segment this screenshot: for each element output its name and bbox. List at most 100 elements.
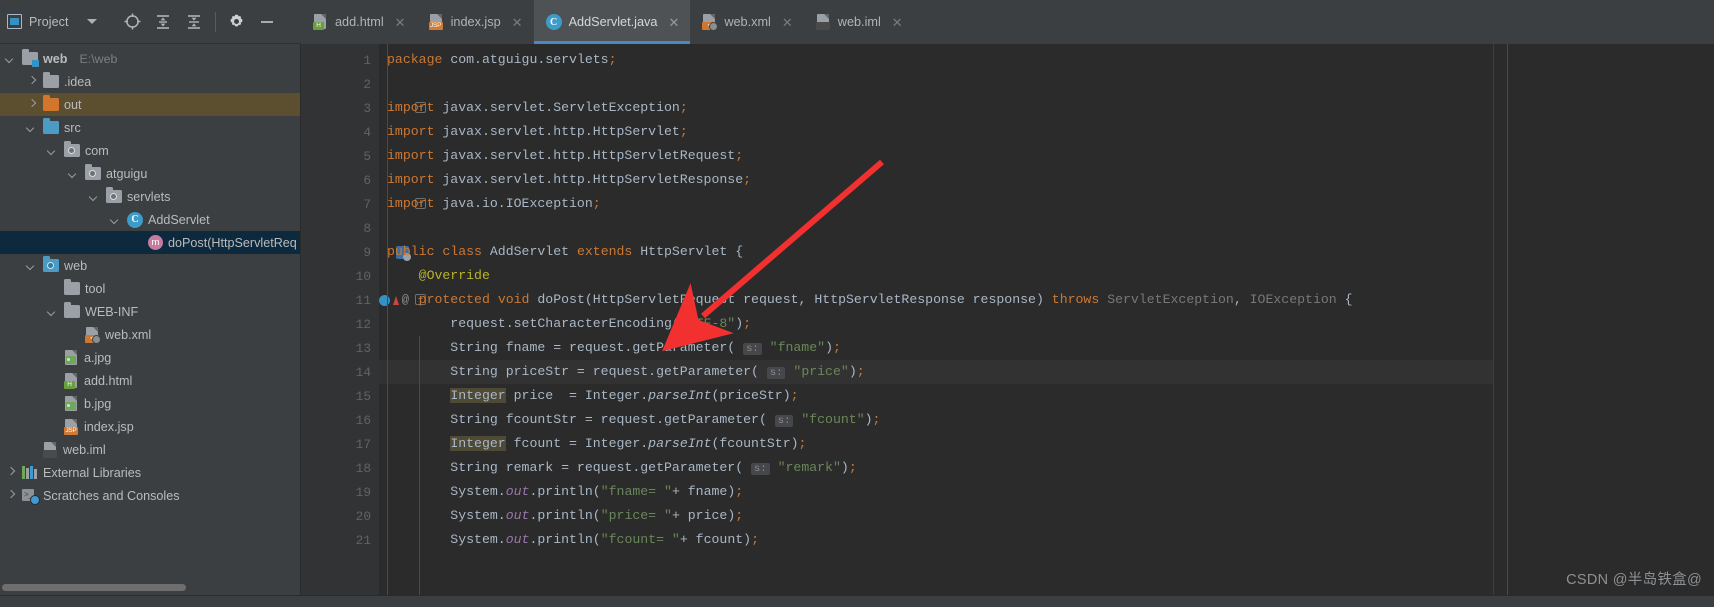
editor-tab-web-iml[interactable]: web.iml ✕: [804, 0, 914, 44]
gutter-line-number: 3–: [301, 96, 426, 120]
project-tool-window-header: Project: [0, 0, 301, 44]
gutter-line-number: 15: [355, 388, 371, 404]
project-tree-horizontal-scrollbar[interactable]: [2, 584, 186, 591]
chevron-right-icon[interactable]: [5, 490, 17, 502]
tree-item-label: b.jpg: [84, 396, 112, 411]
code-line[interactable]: Integer fcount = Integer.parseInt(fcount…: [379, 432, 1493, 456]
close-icon[interactable]: ✕: [892, 16, 903, 29]
tree-item-external-libraries[interactable]: External Libraries: [0, 461, 300, 484]
code-line[interactable]: @Override: [379, 264, 1493, 288]
minimize-icon[interactable]: [252, 7, 283, 37]
editor-tab-addservlet-java[interactable]: C AddServlet.java ✕: [533, 0, 691, 44]
code-line[interactable]: [379, 72, 1493, 96]
tree-item-label: .idea: [64, 74, 92, 89]
editor-tab-index-jsp[interactable]: JSP index.jsp ✕: [417, 0, 534, 44]
gutter-line-number: 5: [363, 148, 371, 164]
code-line[interactable]: System.out.println("fcount= "+ fcount);: [379, 528, 1493, 552]
code-line[interactable]: import javax.servlet.ServletException;: [379, 96, 1493, 120]
code-editor: 1 2 3–4 5 6 7–8 9 10 11 @ –12 13 14 15 16 17 18 19 20 21 pa…: [301, 44, 1714, 595]
editor-tab-add-html[interactable]: Hadd.html ✕: [301, 0, 417, 44]
chevron-down-icon[interactable]: [89, 191, 101, 203]
code-line[interactable]: String fcountStr = request.getParameter(…: [379, 408, 1493, 432]
project-tool-window-title[interactable]: Project: [7, 14, 97, 29]
code-line[interactable]: import javax.servlet.http.HttpServlet;: [379, 120, 1493, 144]
tree-item-atguigu[interactable]: atguigu: [0, 162, 300, 185]
gear-icon[interactable]: [221, 7, 252, 37]
tree-item-b-jpg[interactable]: b.jpg: [0, 392, 300, 415]
collapse-all-icon[interactable]: [179, 7, 210, 37]
code-line[interactable]: import java.io.IOException;: [379, 192, 1493, 216]
chevron-down-icon[interactable]: [5, 53, 17, 65]
code-line[interactable]: String priceStr = request.getParameter( …: [379, 360, 1493, 384]
editor-tab-label: web.xml: [724, 15, 771, 29]
close-icon[interactable]: ✕: [512, 16, 523, 29]
chevron-right-icon[interactable]: [26, 99, 38, 111]
code-line[interactable]: Integer price = Integer.parseInt(priceSt…: [379, 384, 1493, 408]
folder-icon: [64, 279, 80, 295]
tree-item-servlets[interactable]: servlets: [0, 185, 300, 208]
gutter-line-number: 13: [355, 340, 371, 356]
tree-item-web-inf[interactable]: WEB-INF: [0, 300, 300, 323]
code-line[interactable]: System.out.println("fname= "+ fname);: [379, 480, 1493, 504]
code-line[interactable]: System.out.println("price= "+ price);: [379, 504, 1493, 528]
tree-item-out[interactable]: out: [0, 93, 300, 116]
tree-item-scratches-and-consoles[interactable]: >_ Scratches and Consoles: [0, 484, 300, 507]
chevron-down-icon[interactable]: [68, 168, 80, 180]
close-icon[interactable]: ✕: [395, 16, 406, 29]
code-line[interactable]: package com.atguigu.servlets;: [379, 48, 1493, 72]
code-line[interactable]: import javax.servlet.http.HttpServletReq…: [379, 144, 1493, 168]
tree-item-label: Scratches and Consoles: [43, 488, 180, 503]
tree-item-addservlet[interactable]: C AddServlet: [0, 208, 300, 231]
editor-tab-label: web.iml: [837, 15, 881, 29]
close-icon[interactable]: ✕: [782, 16, 793, 29]
chevron-down-icon[interactable]: [47, 306, 59, 318]
tree-item-index-jsp[interactable]: JSP index.jsp: [0, 415, 300, 438]
tree-item-label: web: [64, 258, 88, 273]
tree-item-dopost-httpservletrequ[interactable]: m doPost(HttpServletRequ: [0, 231, 300, 254]
tree-item--idea[interactable]: .idea: [0, 70, 300, 93]
project-tree: web E:\web .idea out src com atguigu servlets C A…: [0, 44, 300, 507]
editor-gutter[interactable]: 1 2 3–4 5 6 7–8 9 10 11 @ –12 13 14 15 16 17 18 19 20 21: [301, 44, 426, 595]
tree-item-a-jpg[interactable]: a.jpg: [0, 346, 300, 369]
code-line[interactable]: String remark = request.getParameter( s:…: [379, 456, 1493, 480]
tree-item-web-iml[interactable]: web.iml: [0, 438, 300, 461]
chevron-down-icon[interactable]: [26, 260, 38, 272]
tree-item-web[interactable]: web E:\web: [0, 47, 300, 70]
expand-all-icon[interactable]: [148, 7, 179, 37]
chevron-down-icon[interactable]: [110, 214, 122, 226]
tree-item-label: servlets: [127, 189, 171, 204]
top-bar: Project H add.html ✕ JSP index.jsp ✕ C A…: [0, 0, 1714, 44]
editor-tab-web-xml[interactable]: < web.xml ✕: [690, 0, 803, 44]
tree-item-src[interactable]: src: [0, 116, 300, 139]
crosshair-locate-icon[interactable]: [117, 7, 148, 37]
iml-file-icon: [815, 14, 831, 30]
java-class-icon: C: [127, 211, 143, 228]
tree-item-add-html[interactable]: Hadd.html: [0, 369, 300, 392]
code-line[interactable]: [379, 216, 1493, 240]
code-line[interactable]: import javax.servlet.http.HttpServletRes…: [379, 168, 1493, 192]
editor-code-area[interactable]: package com.atguigu.servlets; import java…: [379, 44, 1493, 595]
tree-item-label: web: [43, 51, 68, 66]
tree-item-tool[interactable]: tool: [0, 277, 300, 300]
editor-error-stripe[interactable]: [1493, 44, 1507, 595]
gutter-line-number: 9: [301, 240, 411, 264]
chevron-right-icon[interactable]: [5, 467, 17, 479]
chevron-right-icon[interactable]: [26, 76, 38, 88]
tree-item-web[interactable]: web: [0, 254, 300, 277]
java-class-icon: C: [545, 14, 562, 30]
chevron-down-icon[interactable]: [26, 122, 38, 134]
code-line[interactable]: request.setCharacterEncoding("UTF-8");: [379, 312, 1493, 336]
code-line[interactable]: protected void doPost(HttpServletRequest…: [379, 288, 1493, 312]
main-body: web E:\web .idea out src com atguigu servlets C A…: [0, 44, 1714, 595]
package-icon: [64, 141, 80, 157]
close-icon[interactable]: ✕: [668, 16, 679, 29]
chevron-down-icon[interactable]: [47, 145, 59, 157]
code-line[interactable]: String fname = request.getParameter( s: …: [379, 336, 1493, 360]
project-icon: [7, 14, 22, 29]
tree-item-web-xml[interactable]: < web.xml: [0, 323, 300, 346]
code-line[interactable]: public class AddServlet extends HttpServ…: [379, 240, 1493, 264]
tree-item-label: a.jpg: [84, 350, 112, 365]
chevron-down-icon[interactable]: [86, 19, 97, 24]
tree-item-com[interactable]: com: [0, 139, 300, 162]
